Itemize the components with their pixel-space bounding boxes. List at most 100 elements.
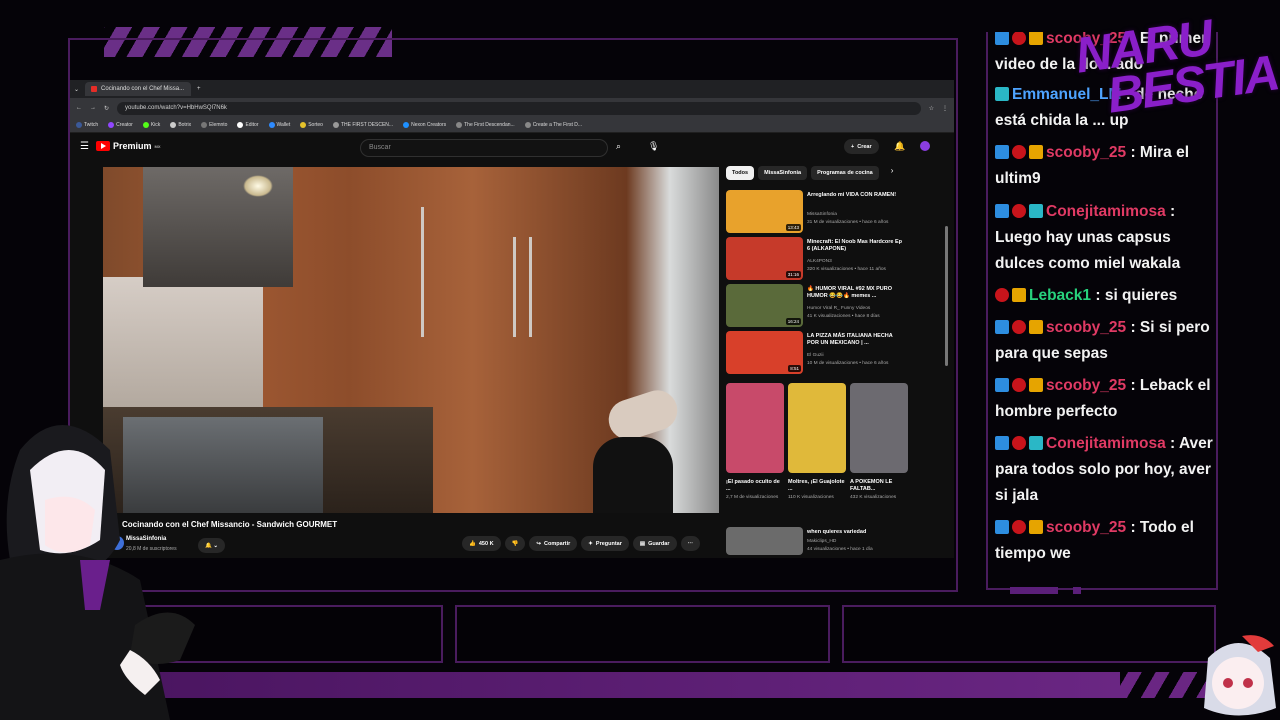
bookmark-item[interactable]: THE FIRST DESCEN... [332, 122, 393, 128]
badge-icon [995, 520, 1009, 534]
chat-username[interactable]: Leback1 [1029, 287, 1091, 304]
short-title: ¡El pasado oculto de ... [726, 479, 780, 492]
bookmark-item[interactable]: Nexon Creators [403, 122, 446, 128]
short-title: Moltres, ¡El Guajolote ... [788, 479, 845, 492]
bookmark-item[interactable]: Wallet [268, 122, 290, 128]
more-actions-button[interactable]: ⋯ [680, 536, 700, 551]
bottom-box-right [842, 605, 1216, 663]
tab-title: Cocinando con el Chef Missa... [101, 86, 185, 92]
chat-username[interactable]: scooby_25 [1046, 519, 1126, 536]
badge-icon [995, 32, 1009, 45]
bookmark-item[interactable]: Create a The First D... [524, 122, 582, 128]
chat-username[interactable]: Conejitamimosa [1046, 435, 1166, 452]
save-button[interactable]: ▤ Guardar [632, 536, 677, 551]
badge-icon [1012, 320, 1026, 334]
short-thumbnail [726, 383, 784, 473]
youtube-favicon-icon [91, 86, 98, 92]
rec-meta: 41 K visualizaciones • hace 8 días [807, 314, 880, 319]
chat-username[interactable]: scooby_25 [1046, 377, 1126, 394]
bookmark-item[interactable]: Botrix [170, 122, 191, 128]
youtube-logo[interactable]: Premium MX [96, 141, 161, 151]
crown-badge-icon [1012, 288, 1026, 302]
short-video[interactable]: ¡El pasado oculto de ... 2,7 M de visual… [726, 383, 784, 501]
chip-cooking[interactable]: Programas de cocina [811, 166, 879, 180]
bookmarks-bar: Twitch Creator Kick Botrix Elemnto Edito… [70, 118, 954, 133]
chat-message: scooby_25 : Si si pero para que sepas [995, 315, 1216, 367]
rec-meta: 31 M de visualizaciones • hace 6 años [807, 220, 889, 225]
short-meta: 2,7 M de visualizaciones [726, 495, 779, 500]
rec-channel: MissaSinfonia [807, 212, 837, 217]
recommended-video[interactable]: 13:43 Arreglando mi VIDA CON RAMEN! Miss… [726, 190, 916, 234]
chip-channel[interactable]: MissaSinfonia [758, 166, 808, 180]
crown-badge-icon [1029, 320, 1043, 334]
recommended-video[interactable]: 8:51 LA PIZZA MÁS ITALIANA HECHA POR UN … [726, 331, 916, 375]
bookmark-item[interactable]: Creator [108, 122, 133, 128]
badge-icon [1012, 378, 1026, 392]
address-bar-row: ← → ↻ youtube.com/watch?v=HbHwSQl7N6k ☆ … [70, 98, 954, 118]
browser-tab[interactable]: Cocinando con el Chef Missa... [85, 82, 192, 96]
recommended-video[interactable]: 31:16 Minecraft: El Noob Mas Hardcore Ep… [726, 237, 916, 281]
share-button[interactable]: ↪ Compartir [529, 536, 578, 551]
video-thumbnail: 31:16 [726, 237, 803, 280]
search-icon[interactable]: ⌕ [616, 141, 621, 152]
forward-icon[interactable]: → [90, 105, 96, 111]
short-meta: 110 K visualizaciones [788, 495, 834, 500]
page-scrollbar[interactable] [945, 226, 948, 366]
search-input[interactable]: Buscar [360, 139, 608, 157]
crown-badge-icon [1029, 378, 1043, 392]
video-thumbnail [726, 527, 803, 555]
short-thumbnail [788, 383, 846, 473]
bookmark-item[interactable]: Sorteo [300, 122, 323, 128]
back-icon[interactable]: ← [76, 105, 82, 111]
short-title: A POKEMON LE FALTAB... [850, 479, 893, 492]
bookmark-item[interactable]: Twitch [76, 122, 98, 128]
reload-icon[interactable]: ↻ [104, 105, 109, 112]
avatar[interactable] [920, 141, 930, 151]
url-text: youtube.com/watch?v=HbHwSQl7N6k [125, 105, 227, 111]
menu-dots-icon[interactable]: ⋮ [942, 105, 948, 112]
notification-bell-button[interactable]: 🔔 ⌄ [198, 538, 225, 553]
rec-channel: ALK4PON3 [807, 259, 832, 264]
url-field[interactable]: youtube.com/watch?v=HbHwSQl7N6k [117, 101, 921, 115]
chat-username[interactable]: scooby_25 [1046, 144, 1126, 161]
bookmark-item[interactable]: The First Descendan... [456, 122, 515, 128]
filter-chips: Todos MissaSinfonia Programas de cocina … [726, 166, 893, 180]
rec-title: Minecraft: El Noob Mas Hardcore Ep 6 (AL… [807, 239, 903, 252]
crown-badge-icon [1029, 32, 1043, 45]
chip-all[interactable]: Todos [726, 166, 755, 180]
bookmark-item[interactable]: Editor [237, 122, 259, 128]
ask-button[interactable]: ✦ Preguntar [581, 536, 629, 551]
chat-username[interactable]: scooby_25 [1046, 319, 1126, 336]
tab-list-icon[interactable]: ⌄ [74, 86, 79, 93]
chat-message: scooby_25 : Leback el hombre perfecto [995, 373, 1216, 425]
decor-bottom-stripes [1110, 672, 1210, 698]
chat-text: : si quieres [1095, 287, 1178, 304]
hamburger-menu-icon[interactable]: ☰ [80, 141, 89, 152]
recommended-video[interactable]: when quieres variedad Makiclips_HD 44 vi… [726, 527, 916, 558]
badge-icon [995, 87, 1009, 101]
create-button[interactable]: + Crear [844, 139, 879, 154]
vtuber-avatar-right [1204, 635, 1276, 716]
video-actions: 👍 450 K 👎 ↪ Compartir ✦ Preguntar ▤ Guar… [462, 536, 700, 551]
bookmark-item[interactable]: Elemnto [201, 122, 227, 128]
chevron-right-icon[interactable]: › [891, 166, 894, 180]
dislike-button[interactable]: 👎 [504, 536, 526, 551]
bookmark-star-icon[interactable]: ☆ [929, 105, 934, 112]
chat-username[interactable]: Conejitamimosa [1046, 203, 1166, 220]
new-tab-icon[interactable]: + [197, 86, 201, 92]
short-video[interactable]: A POKEMON LE FALTAB... 432 K visualizaci… [850, 383, 908, 501]
badge-icon [1029, 436, 1043, 450]
badge-icon [995, 378, 1009, 392]
recommended-video[interactable]: 16:24 🔥 HUMOR VIRAL #92 MX PURO HUMOR 😂😂… [726, 284, 916, 328]
rec-title: when quieres variedad [807, 529, 867, 535]
notifications-icon[interactable]: 🔔 [894, 141, 905, 152]
vtuber-avatar-left [0, 425, 195, 720]
youtube-play-icon [96, 141, 110, 151]
mic-icon[interactable]: 🎙 [648, 141, 659, 152]
badge-icon [1012, 520, 1026, 534]
short-video[interactable]: Moltres, ¡El Guajolote ... 110 K visuali… [788, 383, 846, 501]
like-button[interactable]: 👍 450 K [462, 536, 501, 551]
chat-message: scooby_25 : Mira el ultim9 [995, 140, 1216, 192]
bookmark-item[interactable]: Kick [142, 122, 160, 128]
badge-icon [995, 320, 1009, 334]
